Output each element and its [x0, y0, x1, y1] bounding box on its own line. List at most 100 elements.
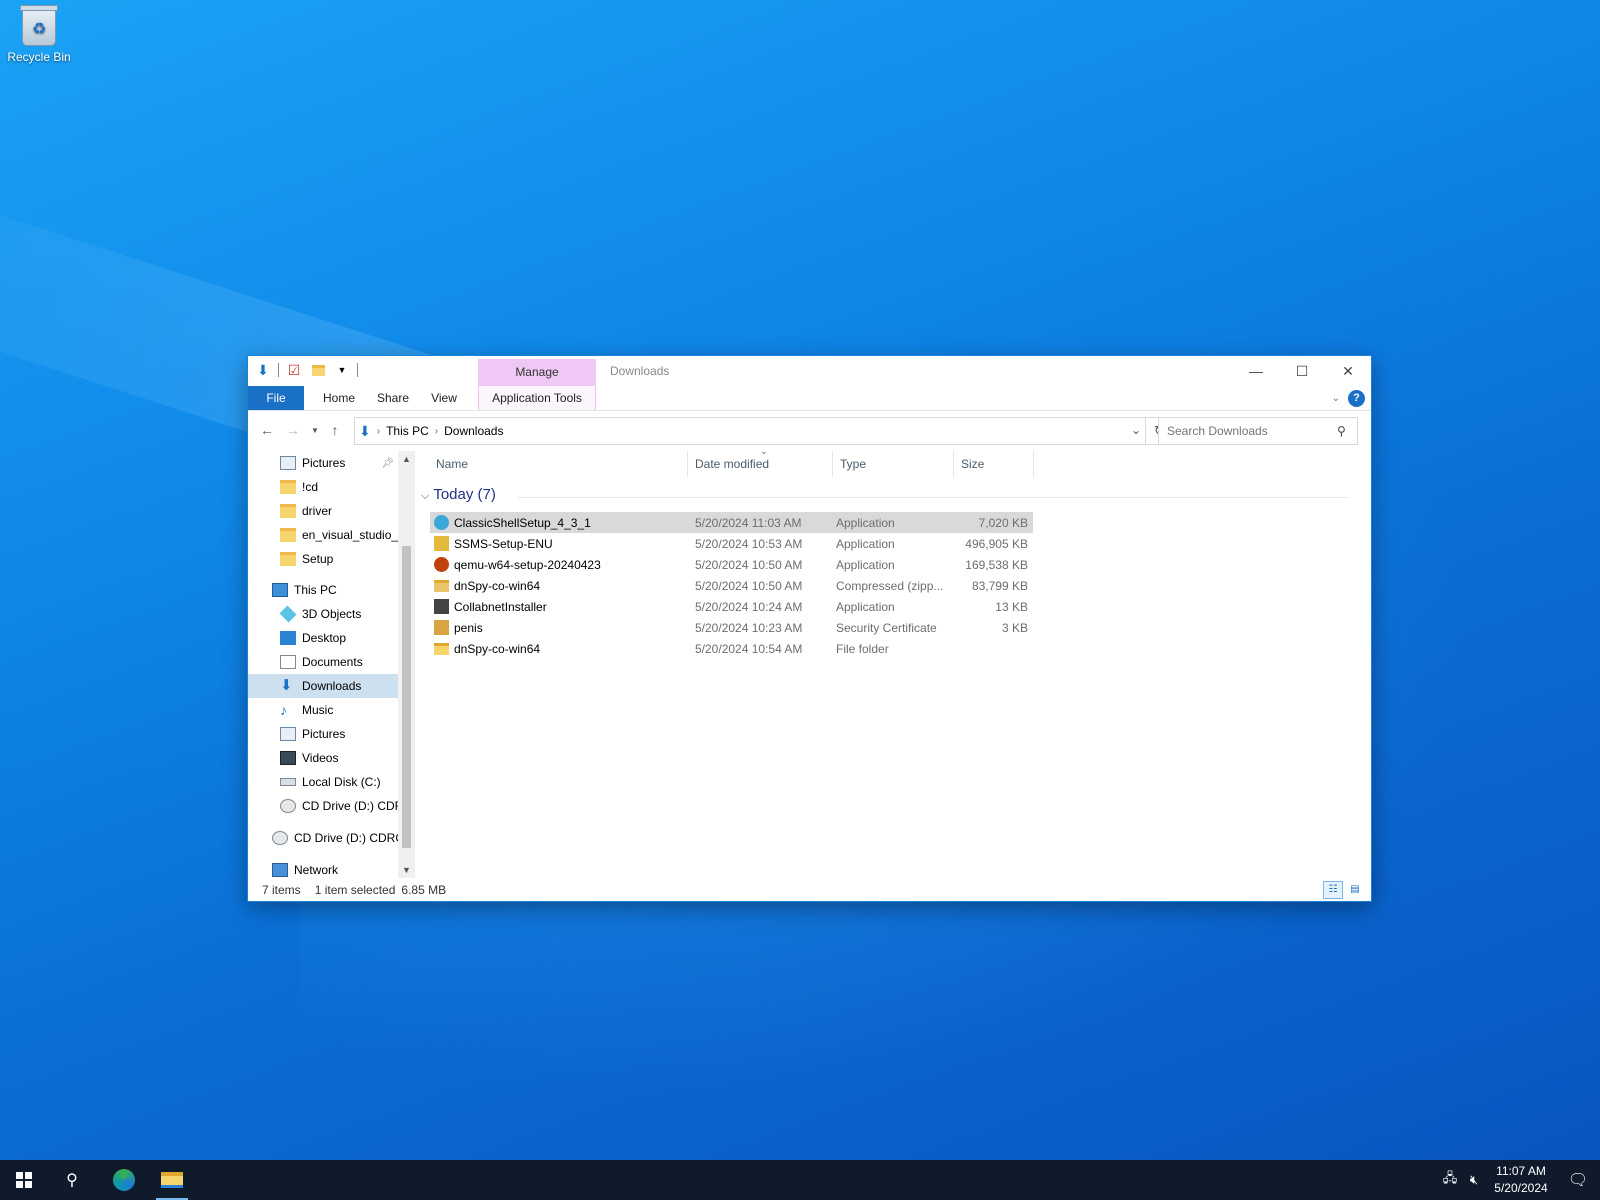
new-folder-icon[interactable] [309, 361, 327, 379]
nav-item-en-visual-studio[interactable]: en_visual_studio_2 [248, 523, 398, 547]
file-date-modified: 5/20/2024 10:24 AM [695, 599, 803, 614]
large-icons-view-icon[interactable]: ▤ [1345, 881, 1365, 899]
nav-item-3d-objects[interactable]: 3D Objects [248, 602, 398, 626]
network-status-icon[interactable]: 🖧︎ [1438, 1169, 1462, 1191]
recycle-bin-label: Recycle Bin [7, 50, 71, 64]
file-type: File folder [836, 641, 889, 656]
minimize-button[interactable]: — [1233, 356, 1279, 386]
breadcrumb-downloads[interactable]: Downloads [444, 424, 503, 438]
expand-ribbon-icon[interactable]: ⌄ [1332, 393, 1340, 404]
nav-item-pictures[interactable]: Pictures [248, 722, 398, 746]
nav-item-pictures-pinned[interactable]: Pictures 📌︎ [248, 451, 398, 475]
column-header-type[interactable]: Type [834, 451, 954, 477]
nav-item-label: Desktop [302, 631, 347, 645]
nav-item-label: Downloads [302, 679, 362, 693]
table-row[interactable]: dnSpy-co-win64 5/20/2024 10:50 AM Compress… [430, 575, 1033, 596]
system-tray: 🖧︎ 🔇︎ 11:07 AM 5/20/2024 🗨︎ [1438, 1160, 1600, 1200]
back-arrow-icon[interactable]: ← [256, 419, 278, 441]
this-pc-icon [272, 583, 288, 597]
file-size: 496,905 KB [965, 536, 1028, 551]
table-row[interactable]: qemu-w64-setup-20240423 5/20/2024 10:50 A… [430, 554, 1033, 575]
table-row[interactable]: penis 5/20/2024 10:23 AM Security Certific… [430, 617, 1033, 638]
nav-pane-scrollbar[interactable]: ▲ ▼ [398, 451, 415, 878]
file-explorer-icon[interactable] [148, 1160, 196, 1200]
nav-item-label: Videos [302, 751, 339, 765]
tab-home[interactable]: Home [314, 386, 364, 410]
file-explorer-window: ⬇ ☑ ▼ Manage Downloads — ☐ ✕ File Home S… [247, 355, 1372, 902]
desktop-icon-recycle-bin[interactable]: ♻ Recycle Bin [4, 5, 74, 64]
recent-locations-dropdown-icon[interactable]: ▼ [304, 419, 326, 441]
nav-item-network[interactable]: Network [248, 858, 398, 881]
group-header-today[interactable]: ⌵ Today (7) [421, 486, 496, 503]
table-row[interactable]: CollabnetInstaller 5/20/2024 10:24 AM Appl… [430, 596, 1033, 617]
tab-application-tools[interactable]: Application Tools [478, 386, 596, 410]
scroll-down-icon[interactable]: ▼ [398, 862, 415, 878]
nav-item-local-disk-c[interactable]: Local Disk (C:) [248, 770, 398, 794]
tab-share[interactable]: Share [368, 386, 418, 410]
tab-file[interactable]: File [248, 386, 304, 410]
nav-item-music[interactable]: ♪ Music [248, 698, 398, 722]
scrollbar-thumb[interactable] [402, 546, 411, 848]
search-icon[interactable]: ⚲ [1337, 424, 1346, 438]
chevron-down-icon[interactable]: ⌵ [421, 490, 429, 502]
file-name: dnSpy-co-win64 [454, 641, 541, 656]
close-button[interactable]: ✕ [1325, 356, 1371, 386]
search-input[interactable] [1158, 417, 1358, 445]
address-bar[interactable]: ⬇ › This PC › Downloads ⌄ [354, 417, 1146, 445]
table-row[interactable]: ClassicShellSetup_4_3_1 5/20/2024 11:03 A… [430, 512, 1033, 533]
chevron-right-icon[interactable]: › [435, 426, 438, 437]
nav-item-cd[interactable]: !cd [248, 475, 398, 499]
tab-view[interactable]: View [422, 386, 466, 410]
file-name: dnSpy-co-win64 [454, 578, 541, 593]
clock[interactable]: 11:07 AM 5/20/2024 [1486, 1163, 1556, 1197]
tab-manage[interactable]: Manage [478, 359, 596, 386]
chevron-right-icon[interactable]: › [377, 426, 380, 437]
properties-icon[interactable]: ☑ [285, 361, 303, 379]
table-row[interactable]: dnSpy-co-win64 5/20/2024 10:54 AM File fol… [430, 638, 1033, 659]
nav-item-downloads[interactable]: ⬇ Downloads [248, 674, 398, 698]
pin-icon[interactable]: 📌︎ [381, 458, 394, 469]
chevron-down-icon[interactable]: ⌄ [1131, 423, 1141, 437]
nav-item-desktop[interactable]: Desktop [248, 626, 398, 650]
status-bar: 7 items 1 item selected 6.85 MB ☷ ▤ [248, 879, 1371, 901]
status-selection-size: 6.85 MB [401, 883, 447, 897]
navigation-pane: Pictures 📌︎ !cd driver en_visual_studio_… [248, 451, 412, 881]
nav-item-cd-drive-d-child[interactable]: CD Drive (D:) CDR [248, 794, 398, 818]
folder-icon [280, 504, 296, 518]
ribbon-controls: ⌄ ? [1332, 390, 1365, 407]
title-bar: ⬇ ☑ ▼ Manage Downloads — ☐ ✕ [248, 356, 1371, 386]
nav-item-label: en_visual_studio_2 [302, 528, 398, 542]
file-date-modified: 5/20/2024 11:03 AM [695, 515, 802, 530]
nav-item-documents[interactable]: Documents [248, 650, 398, 674]
file-date-modified: 5/20/2024 10:53 AM [695, 536, 803, 551]
scroll-up-icon[interactable]: ▲ [398, 451, 415, 467]
nav-item-setup[interactable]: Setup [248, 547, 398, 571]
nav-item-this-pc[interactable]: This PC [248, 578, 398, 602]
music-icon: ♪ [280, 702, 287, 718]
nav-item-label: Pictures [302, 727, 346, 741]
breadcrumb-this-pc[interactable]: This PC [386, 424, 429, 438]
classicshell-app-icon [434, 515, 449, 530]
action-center-icon[interactable]: 🗨︎ [1556, 1170, 1600, 1190]
maximize-button[interactable]: ☐ [1279, 356, 1325, 386]
forward-arrow-icon[interactable]: → [282, 419, 304, 441]
customize-toolbar-dropdown-icon[interactable]: ▼ [333, 361, 351, 379]
up-arrow-icon[interactable]: ↑ [324, 419, 346, 441]
start-button[interactable] [0, 1160, 48, 1200]
search-icon[interactable]: ⚲ [48, 1160, 96, 1200]
file-size: 83,799 KB [971, 578, 1028, 593]
column-header-name[interactable]: Name [430, 451, 688, 477]
table-row[interactable]: SSMS-Setup-ENU 5/20/2024 10:53 AM Applicat… [430, 533, 1033, 554]
column-header-size[interactable]: Size [955, 451, 1034, 477]
edge-icon[interactable] [100, 1160, 148, 1200]
nav-item-label: Music [302, 703, 334, 717]
help-icon[interactable]: ? [1348, 390, 1365, 407]
column-header-date-modified[interactable]: Date modified [689, 451, 833, 477]
details-view-icon[interactable]: ☷ [1323, 881, 1343, 899]
volume-muted-icon[interactable]: 🔇︎ [1462, 1172, 1486, 1188]
nav-item-cd-drive-d[interactable]: CD Drive (D:) CDRO [248, 826, 398, 850]
file-type: Security Certificate [836, 620, 937, 635]
nav-item-driver[interactable]: driver [248, 499, 398, 523]
nav-item-videos[interactable]: Videos [248, 746, 398, 770]
nav-item-label: Pictures [302, 456, 346, 470]
